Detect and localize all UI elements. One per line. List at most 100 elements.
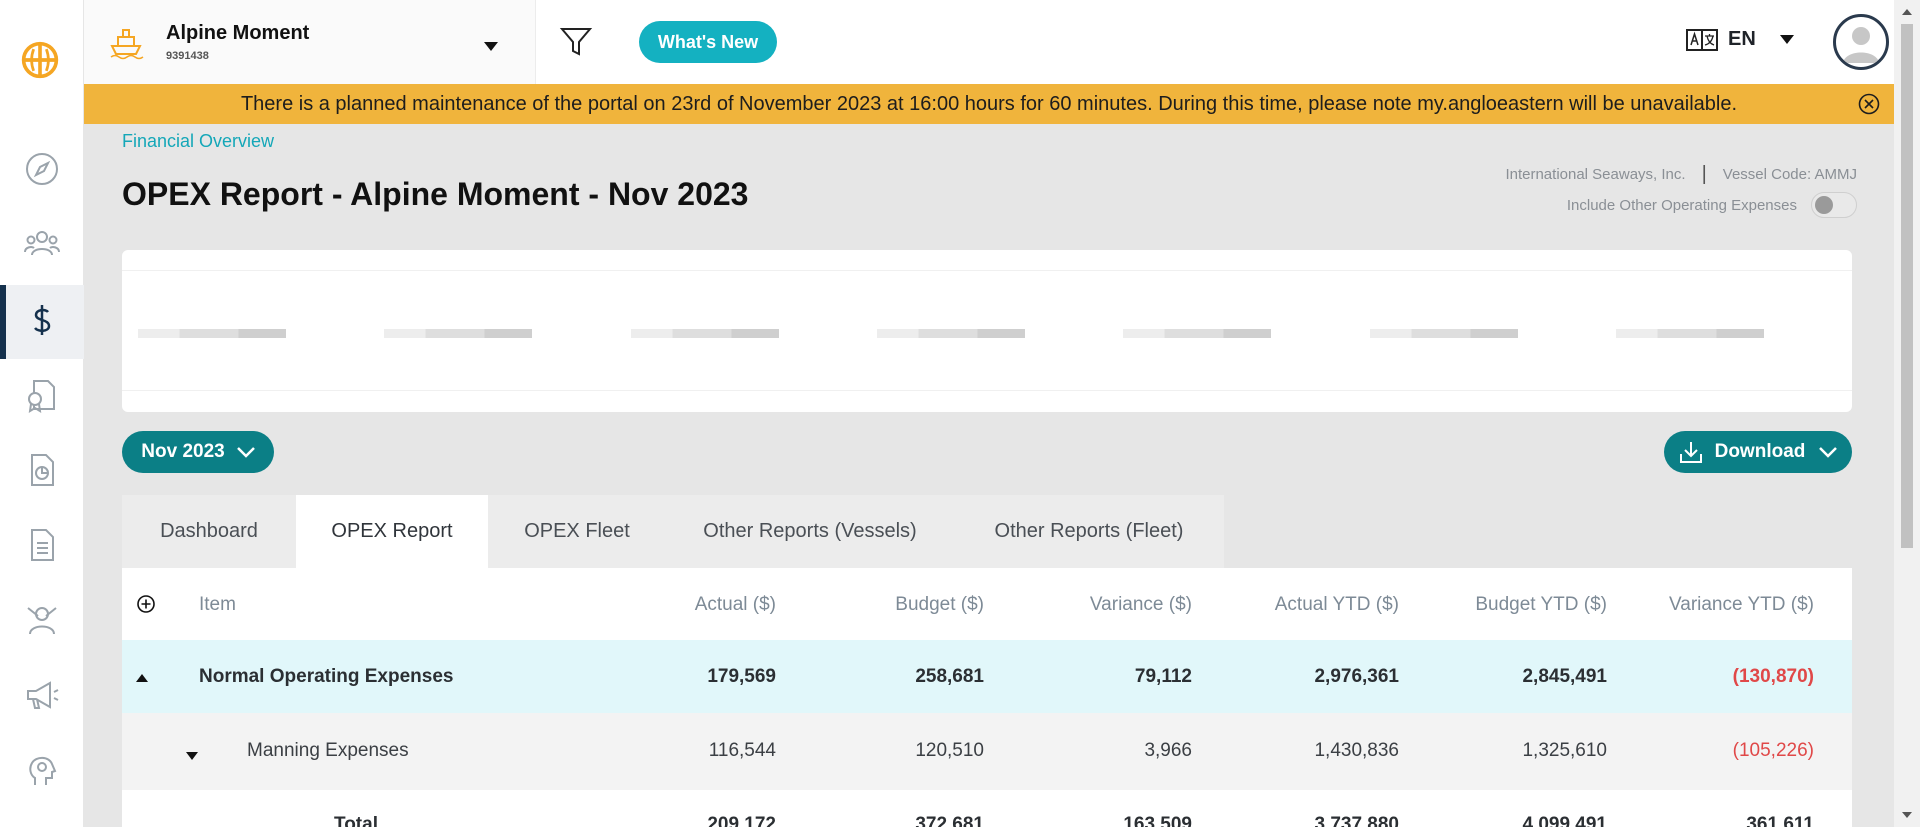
megaphone-icon (22, 675, 62, 720)
column-header-budget-ytd[interactable]: Budget YTD ($) (1407, 594, 1607, 616)
tab-other-reports-vessels[interactable]: Other Reports (Vessels) (666, 495, 954, 568)
sidebar-item-certificates[interactable] (0, 360, 84, 434)
sidebar-item-wellbeing[interactable] (0, 735, 84, 809)
chevron-down-icon (236, 446, 255, 458)
crew-icon (22, 600, 62, 645)
row-variance-ytd: (105,226) (1732, 740, 1814, 761)
sidebar-item-documents[interactable] (0, 510, 84, 584)
banner-message: There is a planned maintenance of the po… (240, 92, 1738, 115)
table-row[interactable]: Manning Expenses 116,544 120,510 3,966 1… (122, 713, 1852, 790)
period-selector-button[interactable]: Nov 2023 (122, 431, 274, 473)
chevron-down-icon (484, 38, 498, 56)
maintenance-banner: There is a planned maintenance of the po… (84, 84, 1894, 124)
tab-dashboard[interactable]: Dashboard (122, 495, 296, 568)
loading-placeholder (877, 329, 1025, 338)
document-icon (22, 525, 62, 570)
language-label: EN (1728, 28, 1756, 50)
row-variance: 79,112 (1134, 666, 1192, 687)
tab-opex-fleet[interactable]: OPEX Fleet (488, 495, 666, 568)
certificate-icon (22, 375, 62, 420)
sidebar-item-crew-management[interactable] (0, 585, 84, 659)
row-item: Normal Operating Expenses (199, 666, 454, 687)
scrollbar-thumb[interactable] (1901, 24, 1913, 548)
vessel-code: Vessel Code: AMMJ (1722, 166, 1857, 183)
column-header-budget[interactable]: Budget ($) (784, 594, 984, 616)
include-other-expenses-row: Include Other Operating Expenses (1567, 192, 1857, 218)
loading-placeholder (631, 329, 779, 338)
row-variance: 3,966 (1144, 740, 1192, 761)
row-variance-ytd: (130,870) (1732, 666, 1814, 687)
expand-caret-icon[interactable] (186, 744, 198, 766)
language-selector[interactable]: EN (1686, 28, 1794, 51)
row-actual-ytd: 1,430,836 (1314, 740, 1399, 761)
page-title: OPEX Report - Alpine Moment - Nov 2023 (122, 176, 749, 212)
column-header-item[interactable]: Item (199, 594, 236, 616)
download-icon (1679, 442, 1702, 463)
vessel-name-group: Alpine Moment 9391438 (166, 22, 309, 62)
divider (122, 270, 1852, 271)
filter-icon[interactable] (558, 24, 594, 60)
company-name: International Seaways, Inc. (1505, 166, 1686, 183)
dollar-icon (22, 300, 62, 345)
row-item: Manning Expenses (247, 740, 409, 761)
vessel-imo: 9391438 (166, 50, 209, 62)
tab-opex-report[interactable]: OPEX Report (296, 495, 488, 568)
vessel-name: Alpine Moment (166, 22, 310, 44)
sidebar-item-financial[interactable] (0, 285, 84, 359)
include-other-expenses-toggle[interactable] (1811, 192, 1857, 218)
column-header-actual[interactable]: Actual ($) (576, 594, 776, 616)
divider (122, 390, 1852, 391)
download-button[interactable]: Download (1664, 431, 1852, 473)
chevron-down-icon (1779, 31, 1794, 49)
loading-placeholder (1616, 329, 1764, 338)
whats-new-button[interactable]: What's New (639, 21, 777, 63)
vessel-selector[interactable]: Alpine Moment 9391438 (84, 0, 536, 84)
row-budget: 372,681 (915, 814, 984, 827)
sidebar-item-crew[interactable] (0, 208, 84, 282)
row-actual: 209,172 (707, 814, 776, 827)
opex-table: Item Actual ($) Budget ($) Variance ($) … (122, 568, 1852, 827)
top-bar: Alpine Moment 9391438 What's New EN (84, 0, 1894, 84)
meta-separator: | (1701, 163, 1707, 185)
summary-card (122, 250, 1852, 412)
loading-placeholder (1123, 329, 1271, 338)
period-label: Nov 2023 (141, 441, 225, 462)
column-header-variance-ytd[interactable]: Variance YTD ($) (1614, 594, 1814, 616)
ship-icon (108, 24, 144, 60)
loading-placeholder (384, 329, 532, 338)
row-variance: 163,509 (1123, 814, 1192, 827)
expand-all-icon[interactable] (136, 594, 156, 620)
row-variance-ytd: 361,611 (1746, 814, 1814, 827)
table-row[interactable]: Total 209,172 372,681 163,509 3,737,880 … (122, 790, 1852, 827)
scroll-down-arrow-icon[interactable] (1901, 809, 1913, 821)
collapse-caret-icon[interactable] (136, 666, 148, 688)
user-avatar[interactable] (1833, 14, 1889, 70)
page-scrollbar[interactable] (1894, 0, 1920, 827)
scroll-up-arrow-icon[interactable] (1901, 6, 1913, 18)
people-icon (22, 223, 62, 268)
sidebar-item-announcements[interactable] (0, 660, 84, 734)
row-budget-ytd: 1,325,610 (1522, 740, 1607, 761)
company-logo-icon[interactable] (20, 40, 64, 84)
close-icon[interactable] (1858, 93, 1880, 115)
chevron-down-icon (1819, 446, 1838, 458)
row-budget-ytd: 4,099,491 (1522, 814, 1607, 827)
report-chart-icon (22, 450, 62, 495)
compass-icon (22, 149, 62, 194)
translate-icon (1686, 28, 1718, 51)
main-content: Financial Overview OPEX Report - Alpine … (84, 124, 1894, 827)
table-row[interactable]: Normal Operating Expenses 179,569 258,68… (122, 640, 1852, 713)
download-label: Download (1714, 441, 1806, 462)
include-other-expenses-label: Include Other Operating Expenses (1566, 196, 1797, 214)
breadcrumb[interactable]: Financial Overview (122, 131, 274, 152)
column-header-actual-ytd[interactable]: Actual YTD ($) (1199, 594, 1399, 616)
head-icon (22, 750, 62, 795)
row-budget: 120,510 (915, 740, 984, 761)
sidebar-item-voyage[interactable] (0, 134, 84, 208)
column-header-variance[interactable]: Variance ($) (992, 594, 1192, 616)
table-header: Item Actual ($) Budget ($) Variance ($) … (122, 568, 1852, 640)
tab-other-reports-fleet[interactable]: Other Reports (Fleet) (954, 495, 1224, 568)
loading-placeholder (1370, 329, 1518, 338)
vessel-meta: International Seaways, Inc. | Vessel Cod… (1505, 163, 1857, 186)
sidebar-item-reports[interactable] (0, 435, 84, 509)
